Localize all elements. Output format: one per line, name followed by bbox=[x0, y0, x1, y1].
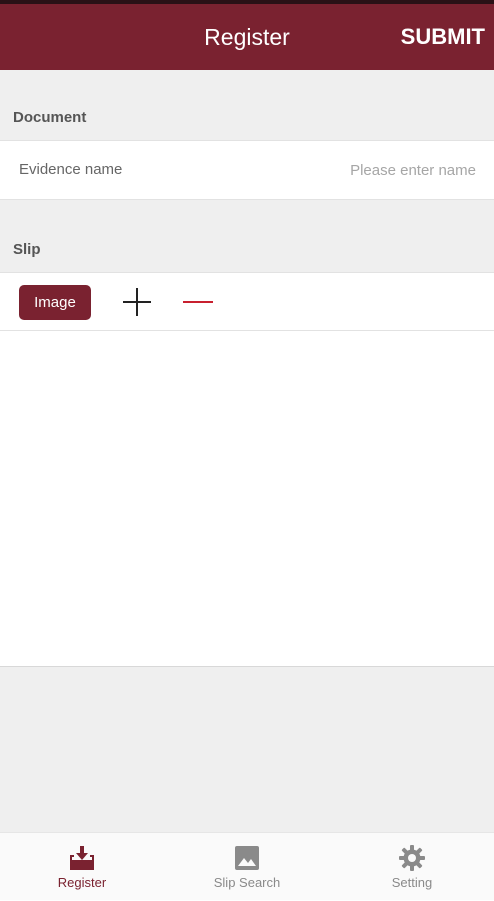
evidence-name-row: Evidence name bbox=[0, 140, 494, 200]
nav-slip-search[interactable]: Slip Search bbox=[165, 833, 329, 901]
submit-button[interactable]: SUBMIT bbox=[401, 4, 485, 70]
image-icon bbox=[232, 843, 262, 873]
empty-background bbox=[0, 667, 494, 832]
nav-setting-label: Setting bbox=[391, 875, 433, 890]
document-section-header: Document bbox=[0, 70, 494, 140]
nav-setting[interactable]: Setting bbox=[330, 833, 494, 901]
image-button[interactable]: Image bbox=[19, 285, 91, 320]
plus-icon[interactable] bbox=[121, 286, 153, 318]
nav-register-label: Register bbox=[57, 875, 107, 890]
inbox-download-icon bbox=[67, 843, 97, 873]
nav-register[interactable]: Register bbox=[0, 833, 164, 901]
slip-image-area bbox=[0, 331, 494, 667]
app-bar: Register SUBMIT bbox=[0, 4, 494, 70]
slip-section-header: Slip bbox=[0, 200, 494, 272]
bottom-nav: Register Slip Search Setting bbox=[0, 832, 494, 900]
nav-slip-search-label: Slip Search bbox=[213, 875, 281, 890]
minus-icon[interactable] bbox=[182, 286, 214, 318]
evidence-name-input[interactable] bbox=[256, 157, 476, 183]
gear-icon bbox=[397, 843, 427, 873]
slip-actions-row: Image bbox=[0, 272, 494, 331]
document-section-title: Document bbox=[13, 109, 87, 126]
evidence-name-label: Evidence name bbox=[19, 161, 123, 178]
slip-section-title: Slip bbox=[13, 241, 41, 258]
